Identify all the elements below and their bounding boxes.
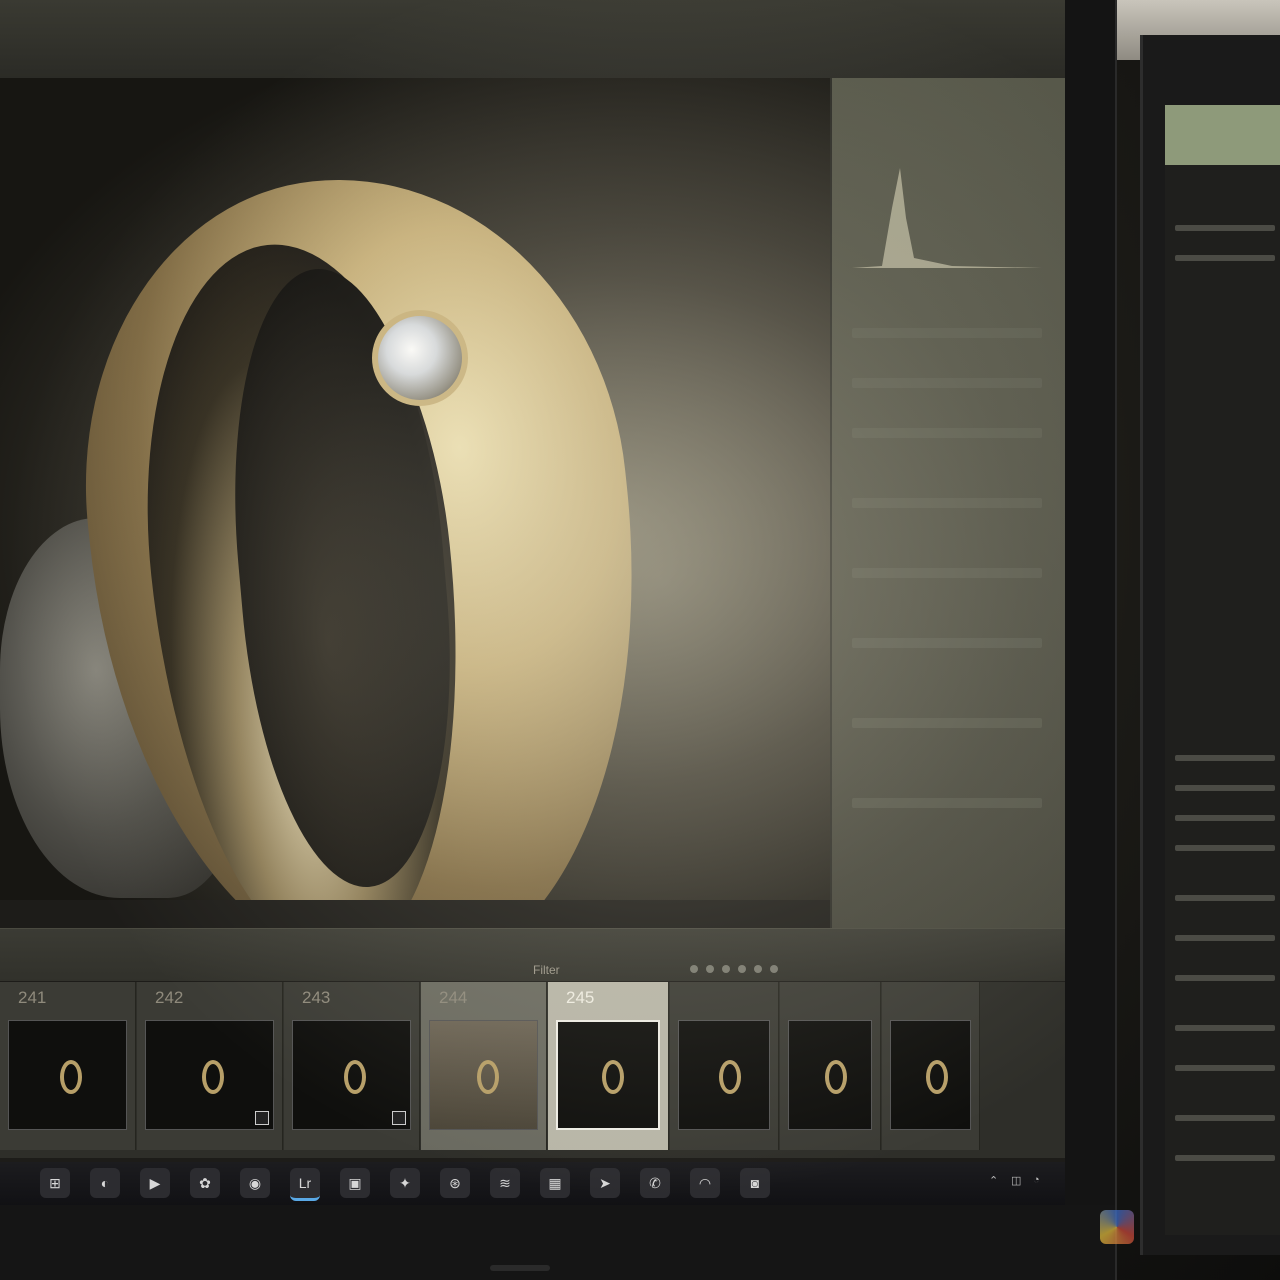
whatsapp-icon[interactable]: ✆ (640, 1168, 670, 1198)
edge-browser-icon[interactable]: ◐ (90, 1168, 120, 1198)
layer-row[interactable] (1175, 1155, 1275, 1161)
thumbnail-image (890, 1020, 971, 1130)
tray-chevron-icon[interactable]: ⌃ (989, 1174, 1001, 1187)
star-filter-icon[interactable] (754, 965, 762, 973)
filmstrip-thumbnail[interactable]: 245 (548, 982, 669, 1150)
terminal-arrow-icon[interactable]: ➤ (590, 1168, 620, 1198)
thumbnail-image (145, 1020, 274, 1130)
frame-number: 244 (439, 988, 468, 1007)
davinci-resolve-icon[interactable]: ✦ (390, 1168, 420, 1198)
network-globe-icon[interactable]: ⊛ (440, 1168, 470, 1198)
histogram-chart (852, 168, 1042, 268)
second-screen-header (1165, 105, 1280, 165)
layer-row[interactable] (1175, 255, 1275, 261)
thumbnail-image (788, 1020, 872, 1130)
edited-badge-icon (255, 1111, 269, 1125)
layer-row[interactable] (1175, 1065, 1275, 1071)
windows-start-icon[interactable]: ⊞ (40, 1168, 70, 1198)
filmstrip-thumbnail[interactable]: 242 (137, 982, 283, 1150)
right-adjustment-panel (830, 78, 1065, 928)
layer-row[interactable] (1175, 1025, 1275, 1031)
main-screen: Filter 241 242 243 244 245 ⊞ ◐ ▶ ✿ ◉ Lr ▣ ✦ ⊛ ≋ ▦ ➤ ✆ ◠ ◙ … (0, 0, 1065, 1205)
app-dock-logo-icon[interactable] (1100, 1210, 1134, 1244)
layer-row[interactable] (1175, 225, 1275, 231)
layer-row[interactable] (1175, 895, 1275, 901)
ring-thumbnail-icon (718, 1059, 741, 1094)
photo-preview[interactable] (0, 78, 830, 900)
filmstrip-thumbnail[interactable]: 244 (421, 982, 547, 1150)
ring-thumbnail-icon (925, 1059, 948, 1094)
monitor-logo (490, 1265, 550, 1271)
panel-control-row[interactable] (852, 378, 1042, 388)
ring-thumbnail-icon (344, 1059, 367, 1094)
lightroom-classic-icon[interactable]: Lr (290, 1168, 320, 1201)
ring-thumbnail-icon (477, 1059, 500, 1094)
edited-badge-icon (392, 1111, 406, 1125)
layer-row[interactable] (1175, 935, 1275, 941)
star-filter-icon[interactable] (690, 965, 698, 973)
panel-control-row[interactable] (852, 498, 1042, 508)
monitor-bezel (0, 1205, 1115, 1280)
panel-control-row[interactable] (852, 328, 1042, 338)
star-filter-icon[interactable] (722, 965, 730, 973)
second-monitor (1140, 35, 1280, 1255)
antivirus-icon[interactable]: ◉ (240, 1168, 270, 1198)
panel-control-row[interactable] (852, 428, 1042, 438)
stamp-tool-icon[interactable]: ✿ (190, 1168, 220, 1198)
filmstrip-thumbnail[interactable] (780, 982, 881, 1150)
panel-control-row[interactable] (852, 568, 1042, 578)
arc-app-icon[interactable]: ◠ (690, 1168, 720, 1198)
taskbar-icons: ⊞ ◐ ▶ ✿ ◉ Lr ▣ ✦ ⊛ ≋ ▦ ➤ ✆ ◠ ◙ (40, 1168, 770, 1201)
layer-row[interactable] (1175, 1115, 1275, 1121)
audio-waves-icon[interactable]: ≋ (490, 1168, 520, 1198)
star-filter-icon[interactable] (770, 965, 778, 973)
ring-thumbnail-icon (60, 1059, 83, 1094)
frame-number: 242 (155, 988, 184, 1007)
thumbnail-image (292, 1020, 411, 1130)
thumbnail-image (556, 1020, 660, 1130)
frame-number: 243 (302, 988, 331, 1007)
star-filter-icon[interactable] (706, 965, 714, 973)
rating-filter (690, 965, 778, 973)
media-player-icon[interactable]: ▶ (140, 1168, 170, 1198)
filmstrip-thumbnail[interactable]: 241 (0, 982, 136, 1150)
panel-control-row[interactable] (852, 718, 1042, 728)
package-box-icon[interactable]: ▦ (540, 1168, 570, 1198)
module-bar (0, 0, 1065, 78)
tray-volume-icon[interactable]: ◔ (1033, 1174, 1045, 1186)
layer-row[interactable] (1175, 815, 1275, 821)
panel-control-row[interactable] (852, 798, 1042, 808)
filmstrip-filter-bar: Filter (0, 928, 1065, 981)
main-monitor: Filter 241 242 243 244 245 ⊞ ◐ ▶ ✿ ◉ Lr ▣ ✦ ⊛ ≋ ▦ ➤ ✆ ◠ ◙ … (0, 0, 1117, 1280)
thumbnail-image (678, 1020, 770, 1130)
filmstrip-thumbnail[interactable]: 243 (284, 982, 420, 1150)
system-tray: ⌃ ◫ ◔ (989, 1174, 1045, 1187)
thumbnail-image (8, 1020, 127, 1130)
frame-number: 245 (566, 988, 595, 1007)
ring-thumbnail-icon (201, 1059, 224, 1094)
windows-taskbar: ⊞ ◐ ▶ ✿ ◉ Lr ▣ ✦ ⊛ ≋ ▦ ➤ ✆ ◠ ◙ ⌃ ◫ ◔ (0, 1162, 1065, 1205)
filmstrip: 241 242 243 244 245 (0, 982, 1065, 1158)
archive-app-icon[interactable]: ◙ (740, 1168, 770, 1198)
layer-row[interactable] (1175, 975, 1275, 981)
ring-thumbnail-icon (602, 1060, 624, 1095)
diamond-gem (372, 310, 468, 406)
filmstrip-thumbnail[interactable] (882, 982, 980, 1150)
panel-control-row[interactable] (852, 638, 1042, 648)
thumbnail-image (429, 1020, 538, 1130)
second-screen (1165, 105, 1280, 1235)
photo-viewer-icon[interactable]: ▣ (340, 1168, 370, 1198)
layer-row[interactable] (1175, 755, 1275, 761)
filter-label: Filter (533, 963, 560, 977)
frame-number: 241 (18, 988, 47, 1007)
filmstrip-thumbnail[interactable] (670, 982, 779, 1150)
layer-row[interactable] (1175, 785, 1275, 791)
star-filter-icon[interactable] (738, 965, 746, 973)
ring-thumbnail-icon (825, 1059, 848, 1094)
tray-network-icon[interactable]: ◫ (1011, 1174, 1023, 1187)
layer-row[interactable] (1175, 845, 1275, 851)
